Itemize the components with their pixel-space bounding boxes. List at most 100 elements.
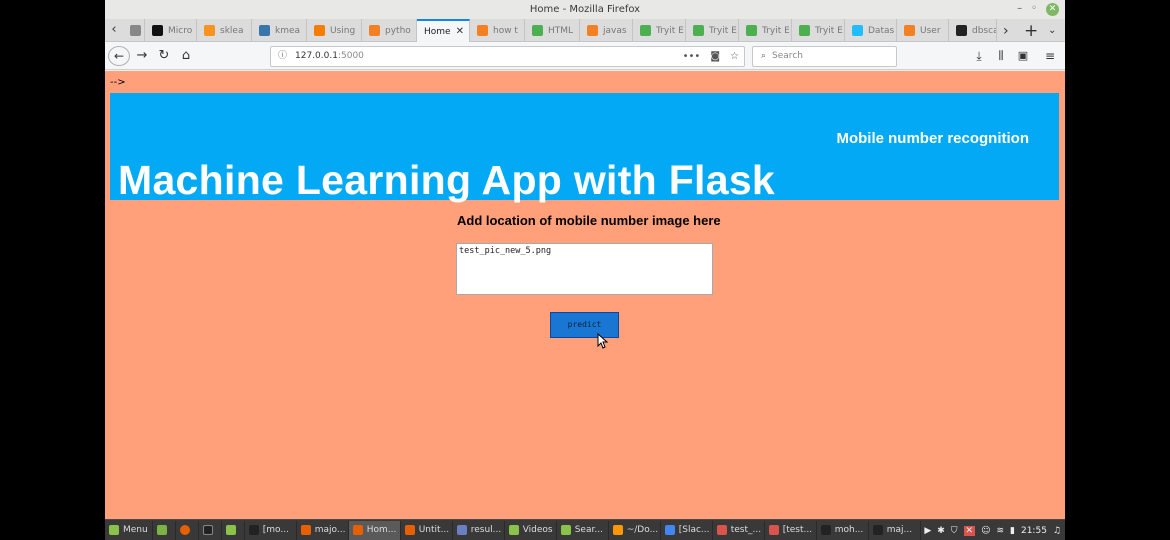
taskbar-window-label: Untit...	[418, 525, 450, 535]
tab-10[interactable]: Tryit E	[633, 19, 686, 42]
pocket-icon[interactable]: ◙	[710, 47, 720, 66]
taskbar-window-10[interactable]: [test...	[765, 520, 817, 540]
back-arrow-icon[interactable]: ←	[108, 46, 130, 66]
folder-icon	[508, 525, 519, 535]
taskbar-window-9[interactable]: test_...	[713, 520, 765, 540]
site-info-icon[interactable]: ⓘ	[278, 51, 287, 61]
tab-3[interactable]: kmea	[252, 19, 307, 42]
home-icon[interactable]: ⌂	[178, 46, 194, 66]
show-desktop-launcher[interactable]	[153, 520, 176, 540]
new-tab-icon[interactable]: +	[1024, 19, 1038, 42]
tab-label: Tryit E	[656, 25, 684, 36]
tab-16[interactable]: dbsca	[949, 19, 997, 42]
image-path-textarea[interactable]: test_pic_new_5.png	[456, 243, 713, 295]
tab-scroll-left-icon[interactable]: ‹	[105, 19, 123, 42]
sound-icon[interactable]: ♫	[1053, 526, 1061, 536]
url-bar[interactable]: ⓘ 127.0.0.1:5000 ••• ◙ ☆	[270, 46, 745, 67]
sublime-icon	[612, 525, 623, 535]
reload-icon[interactable]: ↻	[156, 46, 172, 66]
downloads-icon[interactable]: ⤓	[971, 46, 987, 66]
tab-2[interactable]: sklea	[197, 19, 252, 42]
mint-menu-icon	[109, 525, 119, 535]
taskbar-window-label: Sear...	[574, 525, 603, 535]
taskbar-window-label: majo...	[314, 525, 346, 535]
tab-1[interactable]: Micro	[145, 19, 197, 42]
tab-5[interactable]: pytho	[362, 19, 417, 42]
library-icon[interactable]: ⫼	[993, 46, 1009, 66]
firefox-icon	[352, 525, 363, 535]
minimize-button[interactable]: –	[1017, 2, 1022, 16]
taskbar-window-3[interactable]: Untit...	[401, 520, 453, 540]
taskbar-window-4[interactable]: resul...	[453, 520, 505, 540]
w3schools-icon	[640, 25, 651, 36]
image-viewer-icon	[768, 525, 779, 535]
taskbar-window-6[interactable]: Sear...	[557, 520, 609, 540]
stray-text: -->	[110, 77, 126, 88]
taskbar-window-11[interactable]: moh...	[817, 520, 869, 540]
tab-7[interactable]: how t	[470, 19, 525, 42]
tab-label: pytho	[385, 25, 411, 36]
page-actions-icon[interactable]: •••	[683, 47, 701, 66]
taskbar: Menu [mo... majo... Hom... Untit... resul...…	[105, 519, 1065, 540]
folder-icon	[560, 525, 571, 535]
hamburger-menu-icon[interactable]: ≡	[1042, 46, 1058, 66]
url-port: :5000	[337, 51, 364, 61]
user-icon[interactable]: ☺	[981, 526, 990, 536]
search-input[interactable]: ⌕ Search	[752, 46, 897, 67]
taskbar-window-0[interactable]: [mo...	[245, 520, 297, 540]
files-launcher[interactable]	[222, 520, 245, 540]
taskbar-window-label: ~/Do...	[626, 525, 659, 535]
terminal-launcher[interactable]	[199, 520, 222, 540]
menu-label: Menu	[123, 525, 148, 535]
tab-13[interactable]: Tryit E	[792, 19, 845, 42]
shield-icon[interactable]: ⛉	[951, 526, 958, 536]
tab-11[interactable]: Tryit E	[686, 19, 739, 42]
tab-label: Tryit E	[762, 25, 790, 36]
tab-0[interactable]	[123, 19, 145, 42]
vpn-icon[interactable]: ✕	[963, 525, 976, 536]
taskbar-window-label: maj...	[886, 525, 913, 535]
tab-label: Micro	[168, 25, 193, 36]
python-icon	[259, 25, 270, 36]
tab-list-chevron-icon[interactable]: ⌄	[1048, 19, 1056, 42]
header-banner: Mobile number recognition Machine Learni…	[110, 93, 1059, 203]
taskbar-window-5[interactable]: Videos	[505, 520, 557, 540]
clock[interactable]: 21:55	[1021, 526, 1047, 536]
start-menu-button[interactable]: Menu	[105, 520, 153, 540]
sidebar-icon[interactable]: ▣	[1015, 46, 1031, 66]
tab-15[interactable]: User	[897, 19, 949, 42]
firefox-launcher[interactable]	[176, 520, 199, 540]
mouse-cursor-icon	[597, 333, 609, 349]
stackoverflow-icon	[477, 25, 488, 36]
tab-scroll-right-icon[interactable]: ›	[1003, 19, 1009, 42]
tab-8[interactable]: HTML	[525, 19, 580, 42]
search-placeholder: Search	[772, 51, 803, 61]
forward-arrow-icon[interactable]: →	[134, 46, 150, 66]
bookmark-star-icon[interactable]: ☆	[730, 47, 739, 66]
image-viewer-icon	[716, 525, 727, 535]
taskbar-window-8[interactable]: [Slac...	[661, 520, 713, 540]
terminal-icon	[248, 525, 259, 535]
camera-icon[interactable]: ▶	[924, 526, 931, 536]
taskbar-window-7[interactable]: ~/Do...	[609, 520, 661, 540]
screen: Home - Mozilla Firefox – ◦ ✕ ‹ Micro skle…	[105, 0, 1065, 540]
stackoverflow-icon	[904, 25, 915, 36]
restore-button[interactable]: ◦	[1031, 2, 1037, 16]
wifi-icon[interactable]: ≋	[996, 526, 1004, 536]
page-subtitle: Mobile number recognition	[836, 130, 1029, 147]
search-icon: ⌕	[761, 51, 767, 61]
tab-label: Home	[424, 26, 451, 37]
tab-12[interactable]: Tryit E	[739, 19, 792, 42]
tab-14[interactable]: Datas	[845, 19, 897, 42]
close-tab-icon[interactable]: ✕	[456, 26, 464, 37]
tab-4[interactable]: Using	[307, 19, 362, 42]
tab-9[interactable]: javas	[580, 19, 633, 42]
taskbar-window-2[interactable]: Hom...	[348, 520, 401, 540]
taskbar-window-1[interactable]: majo...	[297, 520, 349, 540]
tab-6[interactable]: Home ✕	[417, 19, 470, 42]
battery-icon[interactable]: ▮	[1010, 526, 1015, 536]
slack-icon[interactable]: ✱	[937, 526, 945, 536]
close-window-button[interactable]: ✕	[1046, 2, 1059, 16]
taskbar-window-12[interactable]: maj...	[869, 520, 921, 540]
taskbar-window-label: Videos	[522, 525, 553, 535]
